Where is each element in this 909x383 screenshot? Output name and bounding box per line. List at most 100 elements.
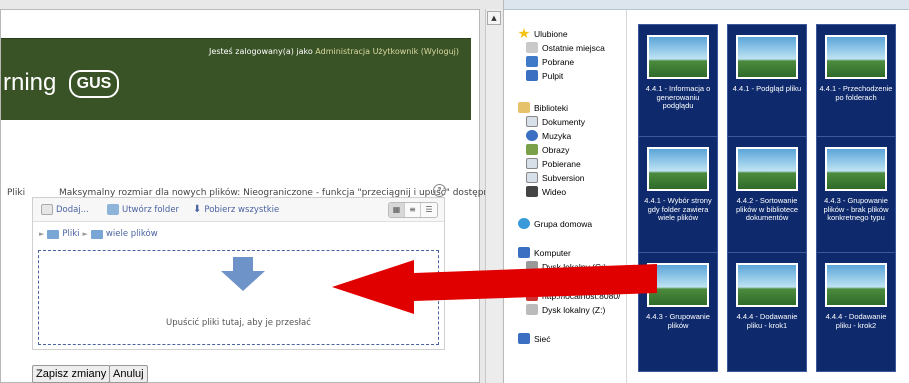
nav-favorites[interactable]: Ulubione — [518, 28, 568, 39]
nav-label: Grupa domowa — [534, 218, 593, 229]
nav-subversion[interactable]: Subversion — [526, 172, 585, 183]
nav-label: http://localhost:8080/ — [542, 290, 621, 301]
view-list-icon[interactable]: ≡ — [405, 203, 421, 217]
nav-recent[interactable]: Ostatnie miejsca — [526, 42, 605, 53]
file-thumbnail[interactable]: 4.4.4 - Dodawanie pliku - krok2 — [816, 252, 896, 372]
nav-pictures[interactable]: Obrazy — [526, 144, 569, 155]
navigation-pane: Ulubione Ostatnie miejsca Pobrane Pulpit… — [504, 10, 627, 383]
drive-c-icon — [526, 261, 538, 272]
nav-local-z[interactable]: Dysk lokalny (Z:) — [526, 304, 605, 315]
nav-video[interactable]: Wideo — [526, 186, 566, 197]
nav-homegroup[interactable]: Grupa domowa — [518, 218, 592, 229]
folder-icon — [90, 229, 103, 239]
recent-places-icon — [526, 42, 538, 53]
image-file-icon — [647, 35, 709, 79]
file-thumbnail[interactable]: 4.4.1 - Informacja o generowaniu podgląd… — [638, 24, 718, 144]
nav-label: Biblioteki — [534, 102, 569, 113]
user-link[interactable]: Administracja Użytkownik — [315, 47, 418, 56]
network-icon — [518, 333, 530, 344]
nav-libraries[interactable]: Biblioteki — [518, 102, 568, 113]
nav-label: Dysk lokalny (C:) — [542, 261, 607, 272]
nav-downloads[interactable]: Pobrane — [526, 56, 574, 67]
breadcrumb-folder[interactable]: wiele plików — [106, 229, 158, 239]
save-changes-button[interactable]: Zapisz zmiany — [32, 365, 111, 383]
file-thumbnail[interactable]: 4.4.1 - Wybór strony gdy folder zawiera … — [638, 136, 718, 256]
breadcrumb: ► Pliki ► wiele plików — [39, 229, 158, 239]
view-icons-icon[interactable]: ▦ — [389, 203, 405, 217]
pictures-icon — [526, 144, 538, 155]
download-all-label: Pobierz wszystkie — [204, 204, 280, 215]
nav-label: Pobierane — [542, 158, 581, 169]
cancel-button[interactable]: Anuluj — [109, 365, 148, 383]
file-thumbnail[interactable]: 4.4.1 - Przechodzenie po folderach — [816, 24, 896, 144]
image-file-icon — [647, 147, 709, 191]
file-picker-toolbar: Dodaj... Utwórz folder ⬇ Pobierz wszystk… — [33, 198, 444, 222]
drive-z-icon — [526, 304, 538, 315]
file-list: 4.4.1 - Informacja o generowaniu podgląd… — [628, 10, 909, 383]
image-file-icon — [647, 263, 709, 307]
nav-label: Pulpit — [542, 70, 564, 81]
image-file-icon — [736, 35, 798, 79]
nav-label: Pobrane — [542, 56, 575, 67]
login-info: Jesteś zalogowany(a) jako Administracja … — [209, 47, 459, 56]
downloads-icon — [526, 56, 538, 67]
nav-localhost[interactable]: http://localhost:8080/ — [526, 290, 620, 301]
file-thumbnail[interactable]: 4.4.3 - Grupowanie plików — [638, 252, 718, 372]
file-thumbnail[interactable]: 4.4.3 - Grupowanie plików - brak plików … — [816, 136, 896, 256]
help-icon[interactable]: ? — [433, 184, 446, 197]
login-text: Jesteś zalogowany(a) jako — [209, 47, 313, 56]
breadcrumb-root[interactable]: Pliki — [62, 229, 79, 239]
create-folder-button[interactable]: Utwórz folder — [107, 204, 179, 215]
nav-network[interactable]: Sieć — [518, 333, 551, 344]
browser-window: Jesteś zalogowany(a) jako Administracja … — [0, 0, 503, 383]
file-name: 4.4.1 - Informacja o generowaniu podgląd… — [645, 84, 711, 111]
nav-downloads2[interactable]: Pobierane — [526, 158, 581, 169]
create-folder-label: Utwórz folder — [122, 204, 180, 215]
file-name: 4.4.2 - Sortowanie plików w bibliotece d… — [735, 196, 799, 223]
nav-label: Dysk lokalny (Z:) — [542, 304, 606, 315]
subversion-icon — [526, 172, 538, 183]
nav-label: Subversion — [542, 172, 585, 183]
file-thumbnail[interactable]: 4.4.4 - Dodawanie pliku - krok1 — [727, 252, 807, 372]
file-thumbnail[interactable]: 4.4.2 - Sortowanie plików w bibliotece d… — [727, 136, 807, 256]
scroll-up-icon[interactable]: ▲ — [487, 11, 501, 25]
image-file-icon — [825, 147, 887, 191]
nav-local-c[interactable]: Dysk lokalny (C:) — [526, 261, 606, 272]
image-file-icon — [825, 35, 887, 79]
download-arrow-icon: ⬇ — [193, 204, 202, 215]
nav-label: Sieć — [534, 333, 551, 344]
file-thumbnail[interactable]: 4.4.1 - Podgląd pliku — [727, 24, 807, 144]
file-name: 4.4.3 - Grupowanie plików — [646, 312, 710, 330]
add-file-button[interactable]: Dodaj... — [41, 204, 89, 215]
scrollbar[interactable]: ▲ — [485, 9, 502, 383]
documents-icon — [526, 116, 538, 127]
downloads-library-icon — [526, 158, 538, 169]
files-label: Pliki — [7, 188, 26, 198]
image-file-icon — [736, 147, 798, 191]
create-folder-icon — [107, 204, 119, 215]
nav-label: Muzyka — [542, 130, 572, 141]
nav-label: Wideo — [542, 186, 567, 197]
path-sep-icon: ► — [82, 230, 88, 238]
file-name: 4.4.1 - Wybór strony gdy folder zawiera … — [644, 196, 712, 223]
drop-zone-text: Upuścić pliki tutaj, aby je przesłać — [166, 318, 311, 328]
desktop-icon — [526, 70, 538, 81]
nav-desktop[interactable]: Pulpit — [526, 70, 563, 81]
nav-music[interactable]: Muzyka — [526, 130, 571, 141]
add-file-icon — [41, 204, 53, 215]
moodle-header: Jesteś zalogowany(a) jako Administracja … — [1, 38, 471, 120]
star-icon — [518, 28, 530, 39]
image-file-icon — [825, 263, 887, 307]
network-drive-icon — [526, 290, 538, 301]
folder-icon — [47, 229, 60, 239]
logout-link[interactable]: (Wyloguj) — [421, 47, 459, 56]
nav-label: Komputer — [534, 247, 571, 258]
nav-computer[interactable]: Komputer — [518, 247, 571, 258]
nav-documents[interactable]: Dokumenty — [526, 116, 585, 127]
site-brand: rning — [3, 69, 57, 96]
libraries-icon — [518, 102, 530, 113]
view-tree-icon[interactable]: ☰ — [421, 203, 437, 217]
homegroup-icon — [518, 218, 530, 229]
drop-zone[interactable]: Upuścić pliki tutaj, aby je przesłać — [38, 250, 439, 345]
download-all-button[interactable]: ⬇ Pobierz wszystkie — [193, 204, 279, 215]
